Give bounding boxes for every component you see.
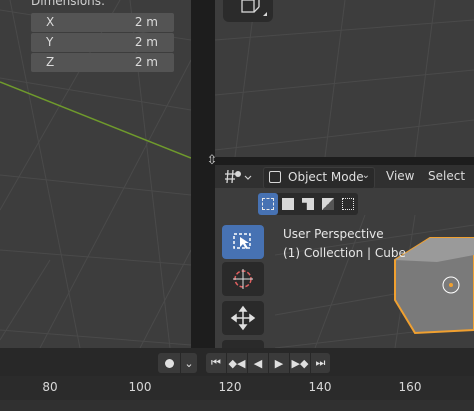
collection-label: (1) Collection | Cube xyxy=(283,246,406,260)
x-axis-line xyxy=(0,81,191,159)
select-new-icon xyxy=(262,198,274,210)
select-box-icon xyxy=(233,233,251,249)
cursor-tool[interactable] xyxy=(222,262,264,296)
dimension-x-value: 2 m xyxy=(134,15,158,29)
select-subtract-icon xyxy=(302,198,314,210)
rotate-tool[interactable] xyxy=(222,340,264,348)
object-mode-icon xyxy=(269,171,281,183)
dimension-y-axis: Y xyxy=(46,35,54,49)
horizontal-area-separator[interactable] xyxy=(215,157,474,165)
dimension-x-axis: X xyxy=(46,15,55,29)
object-mode-dropdown[interactable]: Object Mode ⌄ xyxy=(263,167,375,189)
select-invert-icon xyxy=(322,198,334,210)
add-cube-button[interactable] xyxy=(223,0,273,22)
select-intersect-icon xyxy=(342,198,354,210)
dimensions-label: Dimensions: xyxy=(31,0,106,8)
move-tool[interactable] xyxy=(222,301,264,335)
select-new-button[interactable] xyxy=(258,193,278,215)
cursor-icon xyxy=(233,269,253,289)
playback-controls-bar: ⌄ ⏮ ◆◀ ◀ ▶ ▶◆ ⏭ xyxy=(0,348,474,376)
vertical-area-separator[interactable] xyxy=(191,0,215,348)
dimension-z-axis: Z xyxy=(46,55,55,69)
select-intersect-button[interactable] xyxy=(338,193,358,215)
prev-keyframe-button[interactable]: ◆◀ xyxy=(227,353,247,373)
dimension-z-value: 2 m xyxy=(134,55,158,69)
perspective-label: User Perspective xyxy=(283,227,384,241)
select-invert-button[interactable] xyxy=(318,193,338,215)
play-reverse-icon: ◀ xyxy=(253,356,263,370)
dimension-y-field[interactable]: Y 2 m xyxy=(31,33,174,52)
play-reverse-button[interactable]: ◀ xyxy=(248,353,268,373)
play-button[interactable]: ▶ xyxy=(269,353,289,373)
chevron-down-icon: ⌄ xyxy=(184,356,194,370)
next-keyframe-icon: ▶◆ xyxy=(291,356,309,370)
tick-label: 100 xyxy=(128,380,152,394)
play-icon: ▶ xyxy=(274,356,284,370)
select-extend-button[interactable] xyxy=(278,193,298,215)
selection-mode-group xyxy=(258,193,358,215)
record-icon xyxy=(164,358,174,368)
jump-start-button[interactable]: ⏮ xyxy=(206,353,226,373)
editor-type-button[interactable] xyxy=(222,168,256,186)
menu-select[interactable]: Select xyxy=(428,169,465,183)
top-right-3d-viewport[interactable] xyxy=(215,0,474,157)
viewport-grid xyxy=(215,0,474,157)
main-3d-viewport[interactable]: Object Mode ⌄ View Select User Perspecti… xyxy=(215,165,474,348)
editor-type-icon xyxy=(225,169,252,184)
tick-label: 120 xyxy=(218,380,242,394)
object-mode-label: Object Mode xyxy=(288,170,364,184)
menu-view[interactable]: View xyxy=(386,169,414,183)
timeline-track[interactable] xyxy=(0,400,474,411)
prev-keyframe-icon: ◆◀ xyxy=(228,356,246,370)
next-keyframe-button[interactable]: ▶◆ xyxy=(290,353,310,373)
dimension-y-value: 2 m xyxy=(134,35,158,49)
tick-label: 140 xyxy=(308,380,332,394)
cube-icon xyxy=(241,0,267,16)
move-icon xyxy=(230,305,256,331)
dimension-x-field[interactable]: X 2 m xyxy=(31,13,174,32)
select-subtract-button[interactable] xyxy=(298,193,318,215)
viewport-header: Object Mode ⌄ View Select xyxy=(215,165,474,189)
jump-end-button[interactable]: ⏭ xyxy=(311,353,330,373)
jump-start-icon: ⏮ xyxy=(211,356,221,369)
dimension-z-field[interactable]: Z 2 m xyxy=(31,53,174,72)
tick-label: 160 xyxy=(398,380,422,394)
select-box-tool[interactable] xyxy=(222,225,264,259)
timeline-ruler[interactable]: 80 100 120 140 160 xyxy=(0,376,474,400)
tick-label: 80 xyxy=(42,380,58,394)
jump-end-icon: ⏭ xyxy=(315,356,326,369)
timeline-editor[interactable]: ⌄ ⏮ ◆◀ ◀ ▶ ▶◆ ⏭ 80 100 120 140 160 xyxy=(0,348,474,411)
left-3d-viewport[interactable]: Dimensions: X 2 m Y 2 m Z 2 m xyxy=(0,0,191,348)
select-extend-icon xyxy=(282,198,294,210)
keying-dropdown[interactable]: ⌄ xyxy=(181,353,197,373)
chevron-down-icon: ⌄ xyxy=(361,170,370,181)
record-button[interactable] xyxy=(158,353,180,373)
